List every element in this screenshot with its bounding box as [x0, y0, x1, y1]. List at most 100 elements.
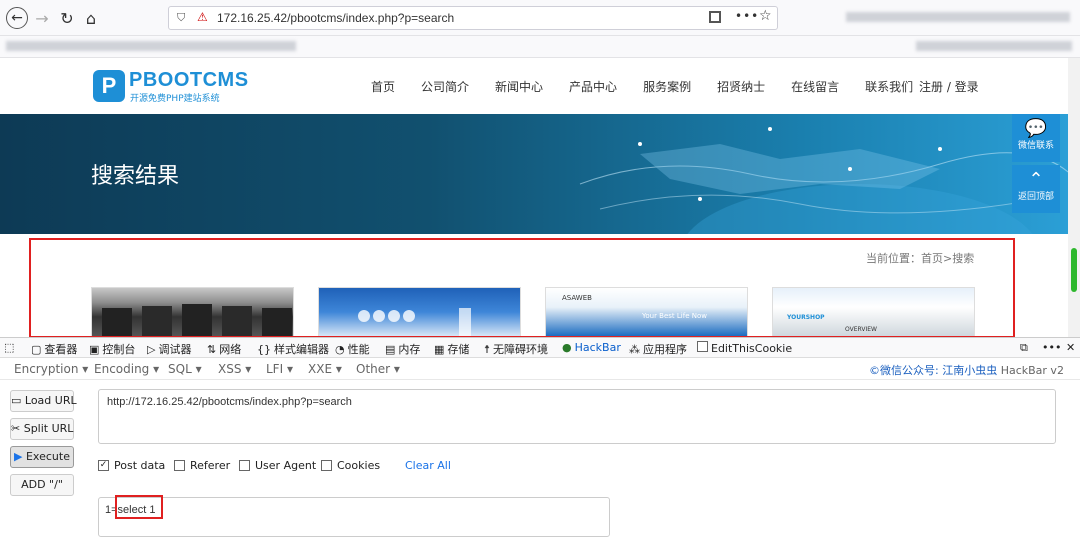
add-slash-button[interactable]: ADD "/" — [10, 474, 74, 496]
tab-console[interactable]: ▣ 控制台 — [89, 341, 135, 357]
reload-button[interactable]: ↻ — [56, 7, 78, 29]
tab-accessibility[interactable]: ☨ 无障碍环境 — [484, 341, 548, 357]
tab-editthiscookie[interactable]: EditThisCookie — [697, 341, 792, 355]
tab-debugger[interactable]: ▷ 调试器 — [147, 341, 191, 357]
hackbar-url-value: http://172.16.25.42/pbootcms/index.php?p… — [107, 396, 352, 408]
blurred-bookmarks-left — [6, 41, 296, 51]
cookies-checkbox[interactable]: Cookies — [321, 459, 380, 472]
tab-editthiscookie-label: EditThisCookie — [711, 342, 793, 355]
devtools-more-icon[interactable]: ••• — [1042, 341, 1061, 354]
tab-application[interactable]: ⁂ 应用程序 — [629, 341, 687, 357]
clear-all-button[interactable]: Clear All — [405, 459, 451, 472]
url-text[interactable]: 172.16.25.42/pbootcms/index.php?p=search — [217, 11, 454, 25]
login-register-link[interactable]: 注册 / 登录 — [919, 78, 979, 95]
back-button[interactable]: ← — [6, 7, 28, 29]
menu-other[interactable]: Other ▾ — [356, 362, 400, 376]
devtools-tab-strip: ⬚ ▢ 查看器 ▣ 控制台 ▷ 调试器 ⇅ 网络 {} 样式编辑器 ◔ 性能 ▤ 内存 ▦ 存储… — [0, 337, 1080, 358]
shield-icon[interactable]: ⛉ — [177, 11, 185, 25]
nav-news[interactable]: 新闻中心 — [495, 78, 543, 95]
arrow-right-icon: → — [35, 8, 49, 28]
tab-memory[interactable]: ▤ 内存 — [385, 341, 420, 357]
chevron-up-icon: ⌃ — [1028, 169, 1044, 190]
site-logo-subtitle: 开源免费PHP建站系统 — [130, 94, 220, 104]
nav-home[interactable]: 首页 — [371, 78, 395, 95]
browser-toolbar: ← → ↻ ⌂ ⛉ ⚠ 172.16.25.42/pbootcms/index.… — [0, 0, 1080, 36]
braces-icon: {} — [257, 343, 271, 356]
close-devtools-icon[interactable]: ✕ — [1066, 341, 1075, 354]
wechat-contact-label: 微信联系 — [1017, 141, 1054, 151]
world-map-graphic — [579, 127, 1068, 234]
execute-button[interactable]: ▶ Execute — [10, 446, 74, 468]
post-data-checkbox[interactable]: ✓ Post data — [98, 459, 165, 472]
user-agent-checkbox[interactable]: User Agent — [239, 459, 316, 472]
tab-network[interactable]: ⇅ 网络 — [207, 341, 241, 357]
scrollbar-thumb[interactable] — [1071, 248, 1077, 292]
pbootcms-logo-icon[interactable]: P — [93, 70, 125, 102]
home-icon: ⌂ — [85, 8, 97, 28]
nav-about[interactable]: 公司简介 — [421, 78, 469, 95]
highlight-box-search-results — [29, 238, 1015, 338]
page-scrollbar[interactable] — [1068, 58, 1080, 337]
search-banner: 搜索结果 — [0, 114, 1068, 234]
nav-message[interactable]: 在线留言 — [791, 78, 839, 95]
nav-contact[interactable]: 联系我们 — [865, 78, 913, 95]
checkbox-box — [239, 460, 250, 471]
nav-jobs[interactable]: 招贤纳士 — [717, 78, 765, 95]
checkbox-box — [321, 460, 332, 471]
menu-xss[interactable]: XSS ▾ — [218, 362, 251, 376]
accessibility-icon: ☨ — [484, 343, 490, 356]
menu-sql[interactable]: SQL ▾ — [168, 362, 202, 376]
menu-encryption[interactable]: Encryption ▾ — [14, 362, 88, 376]
inspector-icon: ▢ — [31, 343, 42, 356]
tab-performance-label: 性能 — [347, 343, 370, 356]
dock-icon[interactable]: ⧉ — [1020, 341, 1028, 355]
menu-encoding[interactable]: Encoding ▾ — [94, 362, 159, 376]
tab-storage[interactable]: ▦ 存储 — [434, 341, 469, 357]
qr-code-icon[interactable] — [709, 11, 721, 23]
menu-xxe[interactable]: XXE ▾ — [308, 362, 342, 376]
wechat-icon: 💬 — [1024, 118, 1048, 139]
back-to-top-button[interactable]: ⌃ 返回顶部 — [1012, 165, 1060, 213]
checkmark-icon: ✓ — [98, 460, 109, 471]
nav-cases[interactable]: 服务案例 — [643, 78, 691, 95]
highlight-box-post-payload — [115, 495, 163, 519]
referer-checkbox[interactable]: Referer — [174, 459, 230, 472]
tab-hackbar[interactable]: ● HackBar — [562, 341, 621, 354]
post-data-textarea[interactable]: 1=select 1 — [98, 497, 610, 537]
page-actions-menu[interactable]: ••• — [735, 9, 759, 23]
element-picker-icon[interactable]: ⬚ — [4, 341, 14, 354]
post-data-label: Post data — [114, 459, 166, 472]
split-url-button[interactable]: ✂ Split URL — [10, 418, 74, 440]
tab-style-editor[interactable]: {} 样式编辑器 — [257, 341, 329, 357]
site-header: P PBOOTCMS 开源免费PHP建站系统 首页 公司简介 新闻中心 产品中心… — [0, 58, 1068, 114]
tab-performance[interactable]: ◔ 性能 — [335, 341, 370, 357]
wechat-contact-button[interactable]: 💬 微信联系 — [1012, 114, 1060, 162]
tab-inspector[interactable]: ▢ 查看器 — [31, 341, 77, 357]
load-url-button[interactable]: ▭ Load URL — [10, 390, 77, 412]
console-icon: ▣ — [89, 343, 100, 356]
insecure-lock-icon[interactable]: ⚠ — [197, 10, 208, 24]
address-bar[interactable]: ⛉ ⚠ 172.16.25.42/pbootcms/index.php?p=se… — [168, 6, 778, 30]
cookie-icon — [697, 341, 708, 352]
split-icon: ✂ — [11, 422, 24, 435]
forward-button[interactable]: → — [31, 7, 53, 29]
play-icon: ▶ — [14, 450, 26, 463]
storage-icon: ▦ — [434, 343, 445, 356]
hackbar-url-textarea[interactable]: http://172.16.25.42/pbootcms/index.php?p… — [98, 389, 1056, 444]
blurred-bookmarks-right — [916, 41, 1072, 51]
load-url-label: Load URL — [24, 394, 77, 407]
hackbar-menu: Encryption ▾ Encoding ▾ SQL ▾ XSS ▾ LFI … — [0, 358, 1080, 380]
blurred-toolbar-extensions — [846, 12, 1070, 22]
menu-lfi[interactable]: LFI ▾ — [266, 362, 293, 376]
back-to-top-label: 返回顶部 — [1017, 192, 1054, 202]
load-icon: ▭ — [11, 394, 25, 407]
debugger-icon: ▷ — [147, 343, 156, 356]
execute-label: Execute — [25, 450, 70, 463]
banner-title: 搜索结果 — [91, 164, 180, 189]
arrow-left-icon: ← — [11, 10, 23, 26]
site-logo-text[interactable]: PBOOTCMS — [129, 69, 249, 92]
split-url-label: Split URL — [23, 422, 74, 435]
nav-products[interactable]: 产品中心 — [569, 78, 617, 95]
home-button[interactable]: ⌂ — [80, 7, 102, 29]
bookmark-star-icon[interactable]: ☆ — [759, 8, 772, 24]
